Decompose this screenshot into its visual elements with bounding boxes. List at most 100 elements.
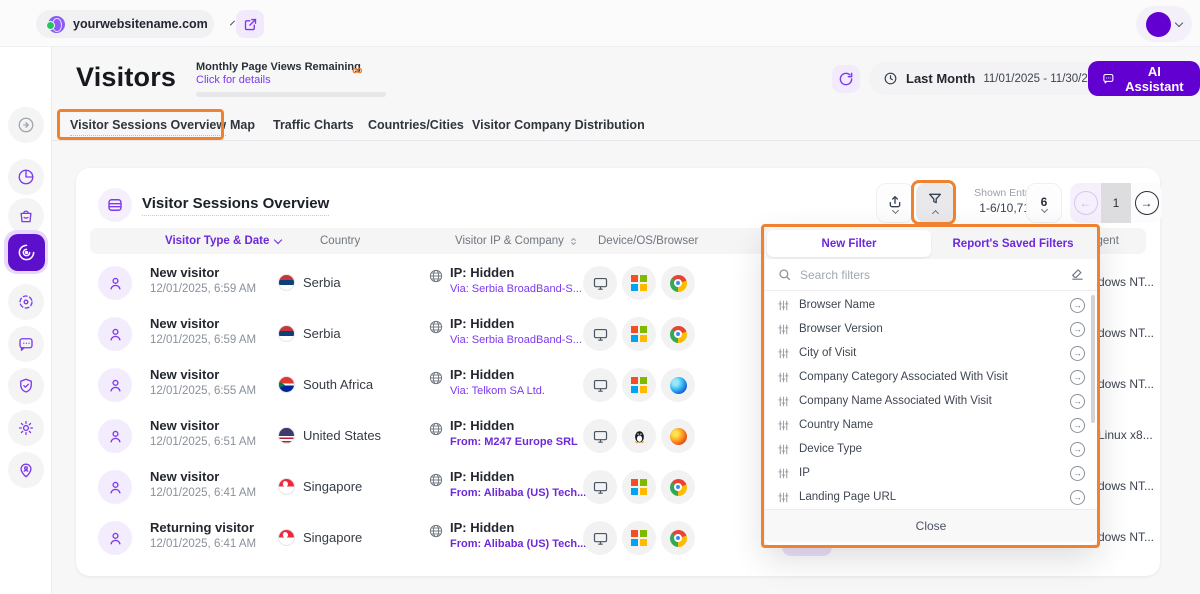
visit-datetime: 12/01/2025, 6:59 AM <box>150 283 256 295</box>
sliders-icon <box>777 395 790 408</box>
country-name: Singapore <box>303 530 362 545</box>
sidebar-collapse-button[interactable] <box>8 107 44 143</box>
visitor-company-link[interactable]: Via: Serbia BroadBand-S... <box>450 334 582 346</box>
column-country: Country <box>320 235 360 247</box>
sidebar-item-location[interactable] <box>8 452 44 488</box>
ai-assistant-button[interactable]: AI Assistant <box>1088 61 1200 96</box>
filter-popup: New Filter Report's Saved Filters Browse… <box>765 228 1097 545</box>
filter-button[interactable] <box>916 183 954 223</box>
visitor-ip: IP: Hidden <box>450 418 514 433</box>
page-size-select[interactable]: 6 <box>1026 183 1062 223</box>
os-chip <box>622 368 656 402</box>
visitor-company-link[interactable]: From: Alibaba (US) Tech... <box>450 538 586 550</box>
radar-icon <box>17 243 36 262</box>
tab-countries-cities[interactable]: Countries/Cities <box>368 118 464 132</box>
sidebar-item-dashboard[interactable] <box>8 159 44 195</box>
arrow-right-circle-icon: → <box>1070 346 1085 361</box>
column-visitor-ip-company[interactable]: Visitor IP & Company <box>455 235 579 247</box>
refresh-button[interactable] <box>832 65 860 93</box>
sliders-icon <box>777 323 790 336</box>
website-selector[interactable]: yourwebsitename.com <box>36 10 214 38</box>
person-icon <box>107 275 124 292</box>
scrollbar[interactable] <box>1091 295 1095 423</box>
visitor-company-link[interactable]: From: M247 Europe SRL <box>450 436 578 448</box>
funnel-icon <box>927 191 943 207</box>
sidebar-item-settings[interactable] <box>8 410 44 446</box>
arrow-right-circle-icon: → <box>1070 466 1085 481</box>
table-icon-wrap <box>98 188 132 222</box>
chat-bubble-icon <box>17 335 35 353</box>
visitor-company-link[interactable]: Via: Telkom SA Ltd. <box>450 385 545 397</box>
tab-saved-filters[interactable]: Report's Saved Filters <box>931 230 1095 257</box>
close-button[interactable]: Close <box>765 509 1097 542</box>
filter-item-city-of-visit[interactable]: City of Visit → <box>765 341 1097 365</box>
device-chip <box>583 419 617 453</box>
person-icon <box>107 530 124 547</box>
filter-item-label: Company Name Associated With Visit <box>799 395 1061 407</box>
sidebar-item-visitors[interactable] <box>4 230 48 274</box>
filter-item-country-name[interactable]: Country Name → <box>765 413 1097 437</box>
sliders-icon <box>777 419 790 432</box>
visitor-company-link[interactable]: Via: Serbia BroadBand-S... <box>450 283 582 295</box>
visit-datetime: 12/01/2025, 6:51 AM <box>150 436 256 448</box>
tab-new-filter[interactable]: New Filter <box>767 230 931 257</box>
avatar <box>1146 12 1171 37</box>
tab-visitor-sessions-overview[interactable]: Visitor Sessions Overview <box>70 118 226 136</box>
filter-item-company-category[interactable]: Company Category Associated With Visit → <box>765 365 1097 389</box>
filter-popup-tabs: New Filter Report's Saved Filters <box>765 228 1097 259</box>
arrow-right-circle-icon: → <box>1070 370 1085 385</box>
country-name: Singapore <box>303 479 362 494</box>
filter-item-ip[interactable]: IP → <box>765 461 1097 485</box>
united-states-flag-icon <box>278 427 295 444</box>
visitor-ip: IP: Hidden <box>450 265 514 280</box>
tabs-divider <box>52 140 1200 141</box>
website-globe-icon <box>48 16 65 33</box>
arrow-right-circle-icon: → <box>1070 394 1085 409</box>
person-icon <box>107 428 124 445</box>
filter-item-browser-name[interactable]: Browser Name → <box>765 293 1097 317</box>
windows-icon <box>631 326 647 342</box>
infinity-badge: ∞ <box>352 62 363 79</box>
visitor-ip: IP: Hidden <box>450 469 514 484</box>
sidebar-item-behavior[interactable] <box>8 284 44 320</box>
user-menu[interactable] <box>1136 6 1192 42</box>
export-button[interactable] <box>876 183 914 223</box>
country-name: South Africa <box>303 377 373 392</box>
globe-icon <box>428 421 444 442</box>
south-africa-flag-icon <box>278 376 295 393</box>
tab-map[interactable]: Map <box>230 118 255 132</box>
search-input[interactable] <box>800 268 1062 282</box>
sidebar-item-privacy[interactable] <box>8 368 44 404</box>
visitor-company-link[interactable]: From: Alibaba (US) Tech... <box>450 487 586 499</box>
filter-item-landing-page-url[interactable]: Landing Page URL → <box>765 485 1097 509</box>
device-chip <box>583 521 617 555</box>
windows-icon <box>631 479 647 495</box>
singapore-flag-icon <box>278 529 295 546</box>
tab-traffic-charts[interactable]: Traffic Charts <box>273 118 354 132</box>
sidebar-item-acquisition[interactable] <box>8 198 44 234</box>
arrow-right-circle-icon: → <box>1070 490 1085 505</box>
column-device-os-browser: Device/OS/Browser <box>598 235 698 247</box>
tab-visitor-company-distribution[interactable]: Visitor Company Distribution <box>472 118 645 132</box>
next-page-button[interactable]: → <box>1131 183 1162 223</box>
open-website-button[interactable] <box>236 10 264 38</box>
column-visitor-type-date[interactable]: Visitor Type & Date <box>165 235 281 247</box>
chevron-down-icon <box>274 235 282 243</box>
chrome-icon <box>670 275 687 292</box>
filter-item-browser-version[interactable]: Browser Version → <box>765 317 1097 341</box>
visit-datetime: 12/01/2025, 6:41 AM <box>150 487 256 499</box>
filter-item-device-type[interactable]: Device Type → <box>765 437 1097 461</box>
arrow-right-circle-icon: → <box>1070 298 1085 313</box>
filter-item-company-name[interactable]: Company Name Associated With Visit → <box>765 389 1097 413</box>
search-icon <box>777 267 792 282</box>
sliders-icon <box>777 443 790 456</box>
prev-page-button[interactable]: ← <box>1070 191 1101 215</box>
visitor-avatar <box>98 419 132 453</box>
sidebar-item-communication[interactable] <box>8 326 44 362</box>
desktop-icon <box>592 275 609 292</box>
ai-assistant-label: AI Assistant <box>1123 64 1186 94</box>
visitor-ip: IP: Hidden <box>450 520 514 535</box>
desktop-icon <box>592 326 609 343</box>
visitor-ip: IP: Hidden <box>450 316 514 331</box>
eraser-icon[interactable] <box>1070 267 1085 282</box>
